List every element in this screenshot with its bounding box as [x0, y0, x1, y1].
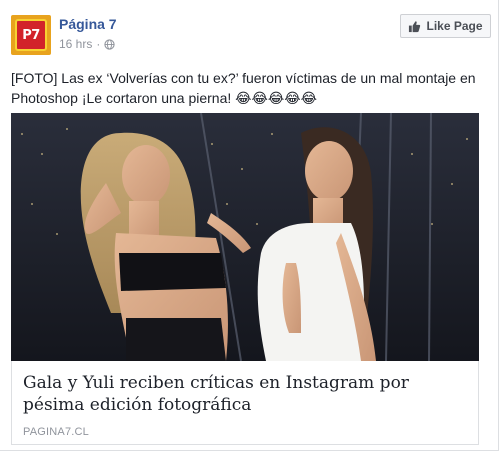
link-preview[interactable]: Gala y Yuli reciben críticas en Instagra… — [11, 361, 479, 445]
post-photo[interactable] — [11, 113, 479, 361]
avatar-logo-text: P7 — [22, 27, 40, 43]
photo-illustration — [11, 113, 479, 361]
globe-icon[interactable] — [104, 38, 115, 50]
facebook-post: P7 Página 7 16 hrs · Like Page [FOTO] La… — [0, 0, 499, 451]
like-page-button[interactable]: Like Page — [400, 14, 491, 38]
link-domain: PAGINA7.CL — [23, 426, 89, 438]
meta-separator: · — [96, 37, 101, 51]
like-page-label: Like Page — [426, 19, 483, 33]
post-header: P7 Página 7 16 hrs · Like Page — [11, 10, 491, 58]
link-title[interactable]: Gala y Yuli reciben críticas en Instagra… — [23, 372, 469, 416]
avatar-logo: P7 — [15, 19, 47, 51]
post-meta: 16 hrs · — [59, 37, 115, 51]
page-name-link[interactable]: Página 7 — [59, 16, 117, 32]
thumbs-up-icon — [409, 20, 421, 32]
post-timestamp[interactable]: 16 hrs — [59, 37, 92, 51]
post-message: [FOTO] Las ex ‘Volverías con tu ex?’ fue… — [11, 70, 476, 106]
page-avatar[interactable]: P7 — [11, 15, 51, 55]
